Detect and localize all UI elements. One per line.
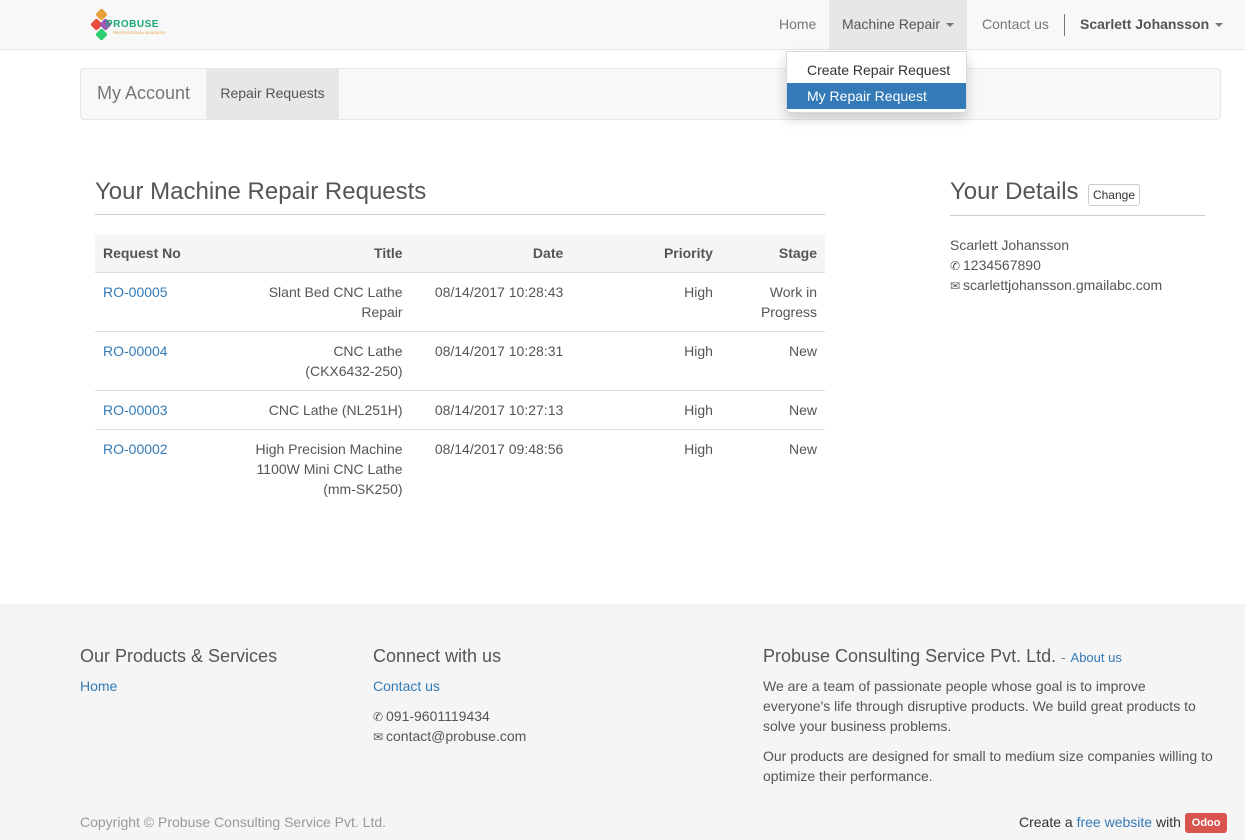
nav-home-link[interactable]: Home [779,0,816,50]
details-email-row: ✉ scarlettjohansson.gmailabc.com [950,277,1162,293]
envelope-icon: ✉ [950,279,961,293]
menu-item-my-repair-request[interactable]: My Repair Request [787,83,966,109]
nav-user-name: Scarlett Johansson [1080,16,1210,32]
details-name: Scarlett Johansson [950,237,1070,253]
phone-icon: ✆ [373,710,384,724]
divider [95,214,825,215]
change-details-button[interactable]: Change [1088,184,1140,206]
request-priority: High [571,272,721,332]
odoo-badge-link[interactable]: Odoo [1184,813,1228,834]
request-stage: New [720,331,825,391]
account-breadcrumb-bar: My Account Repair Requests [80,68,1221,120]
footer-free-website-link[interactable]: free website [1077,814,1152,830]
nav-divider [1064,14,1065,36]
nav-contact-link[interactable]: Contact us [982,0,1049,50]
machine-repair-menu: Create Repair Request My Repair Request [786,51,967,113]
column-header-request-no: Request No [95,235,215,273]
footer-powered-by: Create a free website with Odoo [1019,812,1228,834]
request-link[interactable]: RO-00004 [103,343,168,359]
request-priority: High [684,440,713,457]
envelope-icon: ✉ [373,730,384,744]
logo-text: PROBUSE [106,19,159,30]
column-header-title: Title [214,235,411,273]
footer-create-text: Create a [1019,814,1073,830]
footer-products-heading: Our Products & Services [80,646,278,666]
footer: Our Products & Services Home Connect wit… [0,604,1245,840]
nav-machine-repair-dropdown[interactable]: Machine Repair [829,0,967,50]
phone-icon: ✆ [950,259,961,273]
table-header-row: Request No Title Date Priority Stage [95,235,825,273]
requests-table: Request No Title Date Priority Stage RO-… [95,235,825,508]
footer-home-link[interactable]: Home [80,676,117,696]
request-link[interactable]: RO-00005 [103,284,168,300]
nav-machine-repair-label: Machine Repair [841,16,941,32]
request-title: High Precision Machine 1100W Mini CNC La… [255,440,403,497]
footer-connect-heading: Connect with us [373,646,502,666]
footer-about-separator: - [1061,650,1066,665]
caret-down-icon [1215,23,1224,28]
request-stage: Work in Progress [720,272,825,332]
footer-company-heading-row: Probuse Consulting Service Pvt. Ltd. - A… [763,646,1122,667]
footer-company-heading: Probuse Consulting Service Pvt. Ltd. [763,646,1057,666]
request-title: Slant Bed CNC Lathe Repair [214,272,411,332]
request-date: 08/14/2017 09:48:56 [434,440,564,457]
details-phone-row: ✆ 1234567890 [950,257,1041,273]
request-date: 08/14/2017 10:27:13 [410,390,572,430]
footer-products-paragraph: Our products are designed for small to m… [763,748,1213,784]
details-heading: Your Details [950,178,1079,205]
request-link[interactable]: RO-00003 [103,402,168,418]
table-row: RO-00003 CNC Lathe (NL251H) 08/14/2017 1… [95,390,825,430]
column-header-priority: Priority [571,235,721,273]
request-stage: New [788,440,817,457]
request-link[interactable]: RO-00002 [103,441,168,457]
divider [950,215,1205,216]
request-priority: High [571,331,721,391]
footer-with-text: with [1155,814,1181,830]
column-header-stage: Stage [720,235,825,273]
footer-about-link[interactable]: About us [1071,650,1122,665]
logo-subtext: PROFESSIONAL BUSINESS [113,30,166,35]
footer-email: contact@probuse.com [386,728,527,744]
footer-contact-link[interactable]: Contact us [373,676,440,696]
table-row: RO-00002 High Precision Machine 1100W Mi… [95,429,825,508]
requests-heading: Your Machine Repair Requests [95,178,427,205]
footer-about-paragraph: We are a team of passionate people whose… [763,678,1196,734]
request-title: CNC Lathe (NL251H) [214,390,411,430]
table-row: RO-00004 CNC Lathe (CKX6432-250) 08/14/2… [95,331,825,391]
probuse-logo[interactable]: PROBUSE PROFESSIONAL BUSINESS [90,8,165,43]
tab-repair-requests[interactable]: Repair Requests [206,69,339,119]
table-row: RO-00005 Slant Bed CNC Lathe Repair 08/1… [95,272,825,332]
menu-item-create-repair-request[interactable]: Create Repair Request [787,57,966,83]
footer-email-row: ✉ contact@probuse.com [373,726,526,747]
request-date: 08/14/2017 10:28:31 [410,331,572,391]
details-phone: 1234567890 [963,257,1041,273]
request-stage: New [720,390,825,430]
footer-copyright: Copyright © Probuse Consulting Service P… [80,814,387,830]
details-email: scarlettjohansson.gmailabc.com [963,277,1163,293]
top-navbar: PROBUSE PROFESSIONAL BUSINESS Home Machi… [0,0,1245,50]
column-header-date: Date [410,235,572,273]
request-title: CNC Lathe (CKX6432-250) [214,331,411,391]
request-priority: High [571,390,721,430]
caret-down-icon [946,23,955,28]
request-date: 08/14/2017 10:28:43 [410,272,572,332]
nav-user-dropdown[interactable]: Scarlett Johansson [1080,0,1224,50]
footer-phone-row: ✆ 091-9601119434 [373,706,490,727]
footer-phone: 091-9601119434 [386,708,490,724]
my-account-link[interactable]: My Account [97,69,190,117]
